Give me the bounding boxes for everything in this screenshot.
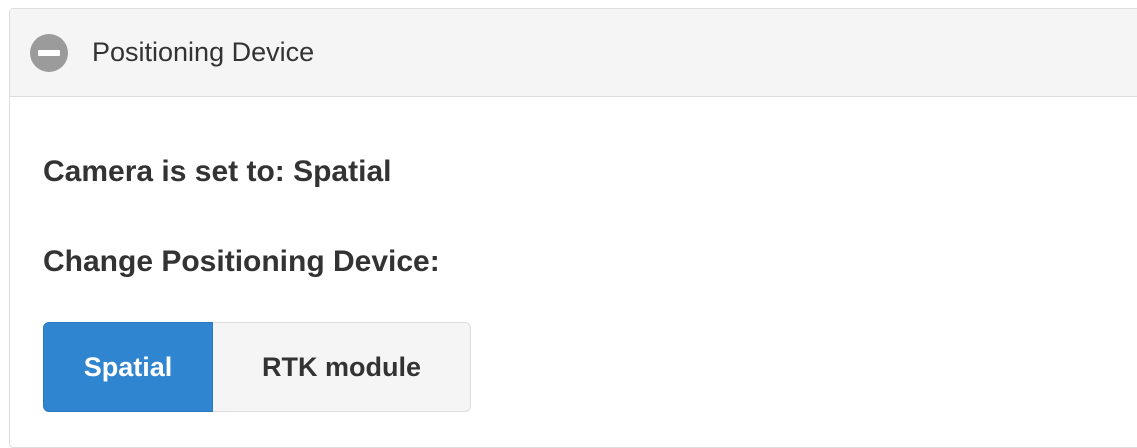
panel-header[interactable]: Positioning Device bbox=[10, 9, 1137, 97]
minus-circle-icon[interactable] bbox=[30, 33, 68, 72]
spatial-button[interactable]: Spatial bbox=[43, 322, 213, 412]
device-toggle-group: Spatial RTK module bbox=[43, 322, 471, 412]
change-device-label: Change Positioning Device: bbox=[43, 245, 440, 278]
panel-title: Positioning Device bbox=[92, 37, 315, 67]
rtk-module-button[interactable]: RTK module bbox=[213, 322, 471, 412]
camera-status-text: Camera is set to: Spatial bbox=[43, 155, 392, 188]
positioning-device-panel: Positioning Device Camera is set to: Spa… bbox=[9, 8, 1137, 448]
